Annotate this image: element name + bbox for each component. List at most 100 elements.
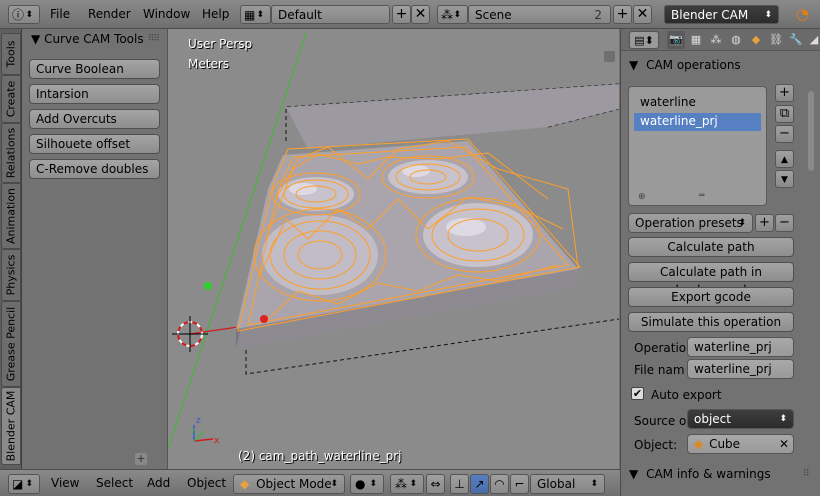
editor-type-3d-view-button[interactable]: ◪ ⬍ (8, 474, 40, 494)
render-tab-icon[interactable]: 📷 (667, 31, 685, 49)
menu-file[interactable]: File (46, 5, 74, 24)
constraints-tab-icon[interactable]: ⛓ (767, 31, 785, 49)
menu-add[interactable]: Add (143, 474, 174, 494)
units-label: Meters (188, 57, 230, 71)
add-overcuts-button[interactable]: Add Overcuts (29, 109, 160, 129)
rotate-manipulator-button[interactable]: ◠ (490, 474, 509, 494)
calculate-path-button[interactable]: Calculate path (628, 237, 794, 257)
world-tab-icon[interactable]: ◍ (727, 31, 745, 49)
simulate-operation-button[interactable]: Simulate this operation (628, 312, 794, 332)
drag-grip-icon[interactable]: ⠿⠿ (148, 34, 160, 44)
tab-create[interactable]: Create (1, 75, 21, 123)
menu-window[interactable]: Window (139, 5, 194, 24)
tab-grease-pencil-label: Grease Pencil (4, 306, 18, 382)
scene-tab-icon[interactable]: ⁂ (707, 31, 725, 49)
export-gcode-button[interactable]: Export gcode (628, 287, 794, 307)
render-engine-selector[interactable]: Blender CAM ⬍ (664, 5, 779, 24)
menu-view[interactable]: View (47, 474, 83, 494)
menu-render[interactable]: Render (84, 5, 135, 24)
close-icon: ✕ (414, 6, 427, 22)
add-layout-button[interactable]: + (392, 5, 411, 24)
remove-preset-button[interactable]: − (775, 214, 794, 232)
list-item-waterline-prj[interactable]: waterline_prj (634, 113, 761, 131)
tab-grease-pencil[interactable]: Grease Pencil (1, 301, 21, 387)
expand-plus-icon[interactable]: + (135, 453, 147, 465)
scene-name-field[interactable]: Scene 2 (468, 5, 611, 24)
cam-operations-panel-header[interactable]: ▼ CAM operations (629, 58, 741, 72)
screen-layout-selector[interactable]: ▦ ⬍ (240, 5, 271, 24)
render-layers-tab-icon[interactable]: ▦ (687, 31, 705, 49)
operations-list[interactable]: waterline waterline_prj ⊕ ═ (628, 86, 767, 206)
layout-name-field[interactable]: Default (271, 5, 390, 24)
arrow-icon: ↗ (474, 477, 485, 491)
remove-layout-button[interactable]: ✕ (411, 5, 430, 24)
modifiers-tab-icon[interactable]: 🔧 (787, 31, 805, 49)
calculate-path-background-button[interactable]: Calculate path in background (628, 262, 794, 297)
3d-viewport[interactable]: z x y User Persp Meters (2) cam_path_wat… (168, 29, 619, 469)
list-resize-grip-icon[interactable]: ═ (699, 191, 704, 201)
mode-selector[interactable]: ◆ Object Mode ⬍ (233, 474, 345, 494)
source-dropdown[interactable]: object ⬍ (687, 409, 794, 429)
layout-name: Default (278, 8, 322, 22)
editor-type-info-button[interactable]: ⓘ ⬍ (8, 5, 40, 24)
c-remove-doubles-button[interactable]: C-Remove doubles (29, 159, 160, 179)
filename-field[interactable]: waterline_prj (687, 359, 794, 379)
manipulator-toggle-button[interactable]: ⇔ (426, 474, 445, 494)
curve-cam-tools-panel-header[interactable]: ▼ Curve CAM Tools (31, 32, 144, 46)
remove-operation-button[interactable]: − (775, 125, 794, 143)
top-header: ⓘ ⬍ File Render Window Help ▦ ⬍ Default + … (0, 0, 820, 29)
transform-orientation-selector[interactable]: Global ⬍ (530, 474, 605, 494)
tab-animation[interactable]: Animation (1, 183, 21, 249)
manipulator-icon: ⇔ (430, 477, 441, 491)
drag-grip-icon[interactable]: ⠿ (803, 469, 810, 479)
add-scene-button[interactable]: + (613, 5, 632, 24)
move-up-button[interactable]: ▲ (775, 150, 794, 168)
chevron-down-icon: ⬍ (330, 479, 338, 489)
tool-shelf: ▼ Curve CAM Tools ⠿⠿ Curve Boolean Intar… (23, 29, 168, 469)
filename-label: File nam (634, 363, 685, 377)
object-tab-icon[interactable]: ◆ (747, 31, 765, 49)
chevron-down-icon: ⬍ (590, 479, 598, 489)
auto-export-label: Auto export (651, 388, 722, 402)
list-filter-icon[interactable]: ⊕ (638, 192, 646, 202)
viewport-shading-selector[interactable]: ● ⬍ (350, 474, 384, 494)
more-tabs-icon[interactable]: ◢ (805, 31, 820, 49)
silhouete-offset-button[interactable]: Silhouete offset (29, 134, 160, 154)
curve-boolean-button[interactable]: Curve Boolean (29, 59, 160, 79)
scene-selector[interactable]: ⁂ ⬍ (437, 5, 468, 24)
plus-icon: + (759, 215, 770, 230)
object-field[interactable]: ◆ Cube ✕ (687, 434, 794, 454)
operation-presets-dropdown[interactable]: Operation presets ⬍ (628, 213, 753, 233)
menu-object[interactable]: Object (183, 474, 230, 494)
clear-object-icon[interactable]: ✕ (779, 435, 789, 453)
object-info-label: (2) cam_path_waterline_prj (238, 449, 402, 463)
pivot-point-selector[interactable]: ⁂ ⬍ (390, 474, 424, 494)
chevron-down-icon: ⬍ (453, 10, 461, 20)
list-item-waterline[interactable]: waterline (634, 94, 761, 112)
copy-operation-button[interactable]: ⧉ (775, 105, 794, 123)
remove-scene-button[interactable]: ✕ (633, 5, 652, 24)
translate-manipulator-button[interactable]: ⊥ (450, 474, 469, 494)
menu-help[interactable]: Help (198, 5, 233, 24)
triangle-down-icon: ▼ (629, 467, 639, 481)
tab-blender-cam[interactable]: Blender CAM (1, 387, 21, 465)
menu-select[interactable]: Select (92, 474, 137, 494)
properties-scrollbar[interactable] (808, 91, 814, 171)
chevron-down-icon: ⬍ (256, 10, 264, 20)
intarsion-button[interactable]: Intarsion (29, 84, 160, 104)
tab-physics[interactable]: Physics (1, 249, 21, 301)
move-manipulator-button[interactable]: ↗ (470, 474, 489, 494)
tab-relations[interactable]: Relations (1, 123, 21, 183)
add-preset-button[interactable]: + (755, 214, 774, 232)
operation-name-field[interactable]: waterline_prj (687, 337, 794, 357)
cam-info-panel-header[interactable]: ▼ CAM info & warnings (629, 467, 771, 481)
cam-operations-title: CAM operations (646, 58, 741, 72)
auto-export-checkbox[interactable]: ✔ (631, 387, 644, 400)
properties-editor: ▤⬍ 📷 ▦ ⁂ ◍ ◆ ⛓ 🔧 ◢ ▼ CAM operations wate… (620, 29, 820, 496)
scale-manipulator-button[interactable]: ⌐ (510, 474, 529, 494)
cam-info-title: CAM info & warnings (646, 467, 771, 481)
move-down-button[interactable]: ▼ (775, 170, 794, 188)
tab-tools[interactable]: Tools (1, 33, 21, 75)
editor-type-properties-button[interactable]: ▤⬍ (629, 31, 659, 49)
add-operation-button[interactable]: + (775, 84, 794, 102)
